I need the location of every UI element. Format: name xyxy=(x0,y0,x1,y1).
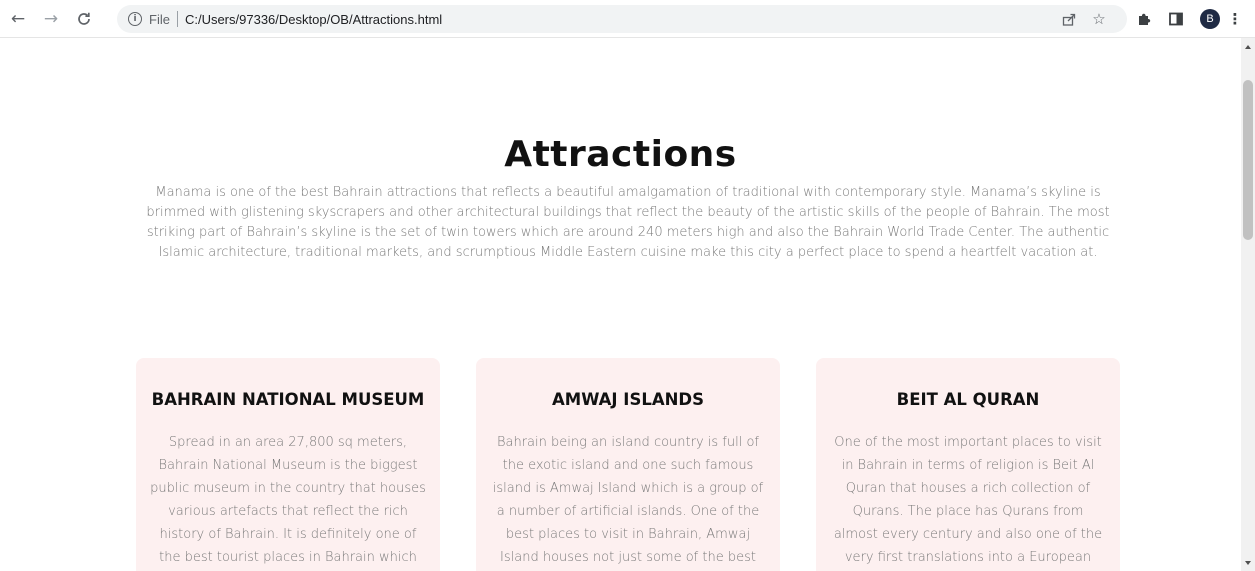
page-scrollbar[interactable] xyxy=(1241,38,1255,571)
back-arrow-icon[interactable]: ← xyxy=(6,7,30,31)
card-text: Bahrain being an island country is full … xyxy=(492,435,764,565)
attraction-card-beit-al-quran: BEIT AL QURAN One of the most important … xyxy=(816,358,1120,571)
browser-toolbar: ← → i File C:/Users/97336/Desktop/OB/Att… xyxy=(0,0,1255,38)
card-title: AMWAJ ISLANDS xyxy=(552,390,704,409)
url-separator xyxy=(176,11,178,27)
address-bar[interactable]: i File C:/Users/97336/Desktop/OB/Attract… xyxy=(117,5,1127,33)
info-icon[interactable]: i xyxy=(128,12,142,26)
share-icon-glyph xyxy=(1062,13,1076,26)
menu-icon[interactable]: ⋮ xyxy=(1228,8,1243,30)
card-title: BAHRAIN NATIONAL MUSEUM xyxy=(151,390,425,409)
reload-icon[interactable] xyxy=(72,7,96,31)
page-title: Attractions xyxy=(504,134,737,175)
share-icon[interactable] xyxy=(1059,9,1079,29)
card-title: BEIT AL QURAN xyxy=(896,390,1040,409)
extensions-icon[interactable] xyxy=(1133,8,1155,30)
card-text: One of the most important places to visi… xyxy=(833,435,1103,565)
url-text[interactable]: C:/Users/97336/Desktop/OB/Attractions.ht… xyxy=(185,12,442,27)
puzzle-icon-glyph xyxy=(1139,13,1151,25)
star-icon[interactable]: ☆ xyxy=(1089,9,1109,29)
url-scheme-label: File xyxy=(149,11,170,27)
attraction-card-amwaj: AMWAJ ISLANDS Bahrain being an island co… xyxy=(476,358,780,571)
scroll-down-icon[interactable] xyxy=(1245,561,1251,565)
page-content: Attractions Manama is one of the best Ba… xyxy=(0,38,1241,571)
forward-arrow-icon[interactable]: → xyxy=(39,7,63,31)
profile-avatar[interactable]: B xyxy=(1200,9,1220,29)
attraction-card-museum: BAHRAIN NATIONAL MUSEUM Spread in an are… xyxy=(136,358,440,571)
intro-paragraph: Manama is one of the best Bahrain attrac… xyxy=(146,185,1110,260)
card-text: Spread in an area 27,800 sq meters, Bahr… xyxy=(150,435,426,565)
reload-icon-glyph xyxy=(78,12,90,25)
side-panel-icon-glyph xyxy=(1169,12,1183,26)
scroll-up-icon[interactable] xyxy=(1245,45,1251,49)
scroll-thumb[interactable] xyxy=(1243,80,1253,240)
side-panel-icon[interactable] xyxy=(1165,8,1187,30)
